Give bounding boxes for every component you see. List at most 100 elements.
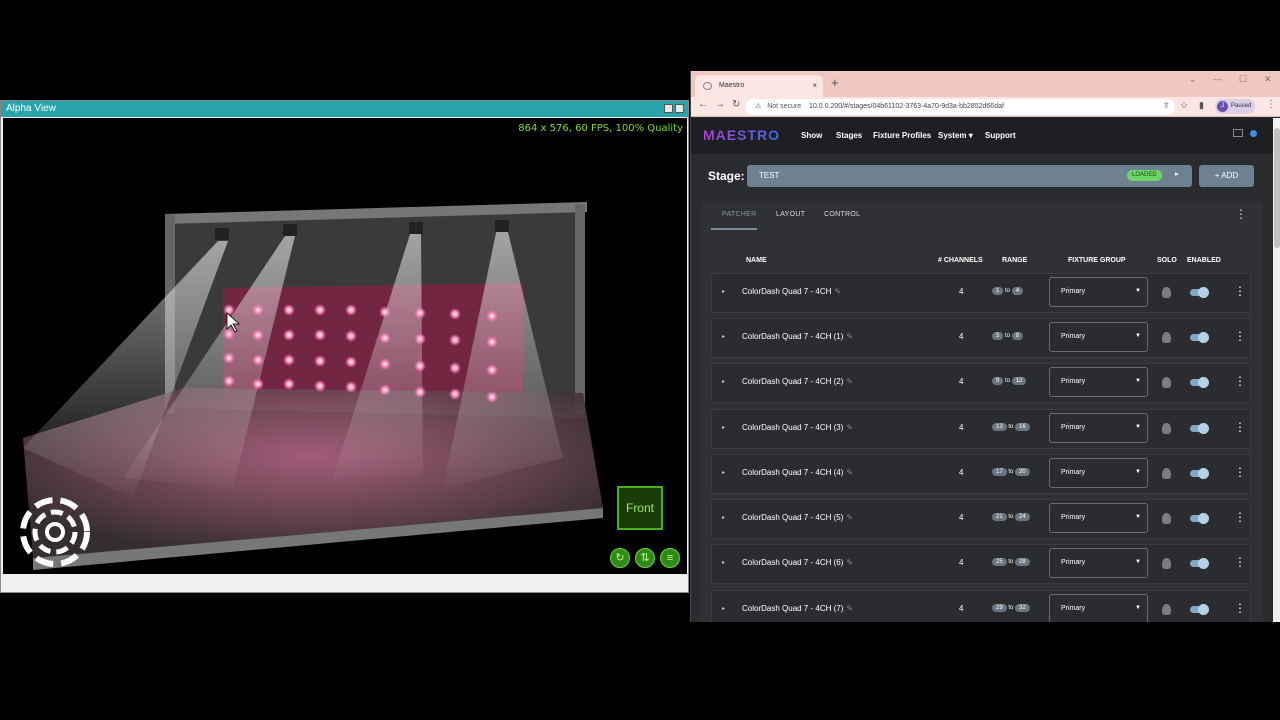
column-header-fixture-group[interactable]: FIXTURE GROUP bbox=[1068, 257, 1126, 264]
table-row[interactable]: ▸ ColorDash Quad 7 - 4CH (2) ✎ 4 9 to 12 Prim… bbox=[711, 363, 1251, 403]
nav-show[interactable]: Show bbox=[801, 131, 822, 140]
expand-caret-icon[interactable]: ▸ bbox=[722, 424, 725, 431]
expand-caret-icon[interactable]: ▸ bbox=[722, 559, 725, 566]
tab-close-icon[interactable]: × bbox=[812, 75, 817, 97]
edit-pencil-icon[interactable]: ✎ bbox=[846, 332, 853, 341]
edit-pencil-icon[interactable]: ✎ bbox=[846, 423, 853, 432]
solo-bulb-icon[interactable] bbox=[1162, 423, 1171, 434]
expand-caret-icon[interactable]: ▸ bbox=[722, 378, 725, 385]
share-icon[interactable]: ⇪ bbox=[1163, 101, 1170, 110]
menu-icon[interactable]: ≡ bbox=[660, 548, 680, 568]
row-more-options-icon[interactable]: ⋮ bbox=[1234, 420, 1246, 434]
nav-system[interactable]: System ▾ bbox=[938, 131, 973, 140]
edit-pencil-icon[interactable]: ✎ bbox=[834, 287, 841, 296]
3d-stage-view[interactable]: 864 x 576, 60 FPS, 100% Quality Front ↻ … bbox=[3, 118, 687, 574]
back-arrow-icon[interactable]: ← bbox=[698, 99, 708, 110]
fixture-group-select[interactable]: Primary ▼ bbox=[1049, 413, 1148, 443]
tab-layout[interactable]: LAYOUT bbox=[776, 211, 805, 218]
row-more-options-icon[interactable]: ⋮ bbox=[1234, 555, 1246, 569]
fixture-group-select[interactable]: Primary ▼ bbox=[1049, 277, 1148, 307]
table-row[interactable]: ▸ ColorDash Quad 7 - 4CH (6) ✎ 4 25 to 28 Pri… bbox=[711, 544, 1251, 584]
column-header-enabled[interactable]: ENABLED bbox=[1187, 257, 1221, 264]
nav-support[interactable]: Support bbox=[985, 131, 1016, 140]
browser-menu-icon[interactable]: ⋮ bbox=[1266, 99, 1276, 110]
restore-window-button[interactable] bbox=[664, 104, 673, 113]
column-header-range[interactable]: RANGE bbox=[1002, 257, 1027, 264]
expand-caret-icon[interactable]: ▸ bbox=[722, 469, 725, 476]
expand-caret-icon[interactable]: ▸ bbox=[722, 605, 725, 612]
side-panel-icon[interactable]: ▮ bbox=[1199, 100, 1204, 111]
expand-caret-icon[interactable]: ▸ bbox=[722, 333, 725, 340]
fixture-group-select[interactable]: Primary ▼ bbox=[1049, 548, 1148, 578]
solo-bulb-icon[interactable] bbox=[1162, 513, 1171, 524]
expand-caret-icon[interactable]: ▸ bbox=[722, 288, 725, 295]
table-row[interactable]: ▸ ColorDash Quad 7 - 4CH (3) ✎ 4 13 to 16 Pri… bbox=[711, 409, 1251, 449]
enabled-toggle[interactable] bbox=[1190, 377, 1209, 388]
rotate-view-icon[interactable]: ↻ bbox=[610, 548, 630, 568]
row-more-options-icon[interactable]: ⋮ bbox=[1234, 601, 1246, 615]
column-header-channels[interactable]: # CHANNELS bbox=[938, 257, 983, 264]
reload-icon[interactable]: ↻ bbox=[732, 99, 740, 110]
nav-stages[interactable]: Stages bbox=[836, 131, 862, 140]
nav-fixture-profiles[interactable]: Fixture Profiles bbox=[873, 131, 931, 140]
table-row[interactable]: ▸ ColorDash Quad 7 - 4CH (4) ✎ 4 17 to 20 Pri… bbox=[711, 454, 1251, 494]
page-scrollbar[interactable] bbox=[1273, 118, 1280, 622]
reset-view-icon[interactable]: ⇅ bbox=[635, 548, 655, 568]
solo-bulb-icon[interactable] bbox=[1162, 287, 1171, 298]
edit-pencil-icon[interactable]: ✎ bbox=[846, 604, 853, 613]
fixture-group-select[interactable]: Primary ▼ bbox=[1049, 503, 1148, 533]
address-bar[interactable]: ⚠ Not secure 10.0.0.200/#/stages/04b6110… bbox=[745, 99, 1175, 115]
enabled-toggle[interactable] bbox=[1190, 332, 1209, 343]
enabled-toggle[interactable] bbox=[1190, 558, 1209, 569]
bookmark-star-icon[interactable]: ☆ bbox=[1180, 100, 1188, 111]
forward-arrow-icon[interactable]: → bbox=[715, 99, 725, 110]
close-window-button[interactable] bbox=[675, 104, 684, 113]
solo-bulb-icon[interactable] bbox=[1162, 468, 1171, 479]
enabled-toggle[interactable] bbox=[1190, 468, 1209, 479]
fixture-group-select[interactable]: Primary ▼ bbox=[1049, 322, 1148, 352]
row-more-options-icon[interactable]: ⋮ bbox=[1234, 374, 1246, 388]
stage-select[interactable]: TEST LOADED ▸ bbox=[747, 165, 1192, 187]
row-more-options-icon[interactable]: ⋮ bbox=[1234, 284, 1246, 298]
close-icon[interactable]: ✕ bbox=[1264, 74, 1272, 85]
tab-patcher[interactable]: PATCHER bbox=[722, 211, 757, 218]
edit-pencil-icon[interactable]: ✎ bbox=[846, 513, 853, 522]
scrollbar-thumb[interactable] bbox=[1274, 128, 1280, 248]
view-cube-front[interactable]: Front bbox=[617, 486, 663, 530]
profile-chip[interactable]: J Paused bbox=[1215, 99, 1255, 114]
column-header-solo[interactable]: SOLO bbox=[1157, 257, 1177, 264]
new-tab-button[interactable]: + bbox=[831, 75, 839, 90]
enabled-toggle[interactable] bbox=[1190, 287, 1209, 298]
edit-pencil-icon[interactable]: ✎ bbox=[846, 468, 853, 477]
solo-bulb-icon[interactable] bbox=[1162, 558, 1171, 569]
chevron-down-icon[interactable]: ⌄ bbox=[1189, 74, 1197, 85]
row-more-options-icon[interactable]: ⋮ bbox=[1234, 329, 1246, 343]
enabled-toggle[interactable] bbox=[1190, 604, 1209, 615]
edit-pencil-icon[interactable]: ✎ bbox=[846, 558, 853, 567]
cast-icon[interactable] bbox=[1233, 129, 1243, 137]
enabled-toggle[interactable] bbox=[1190, 513, 1209, 524]
tab-control[interactable]: CONTROL bbox=[824, 211, 860, 218]
table-row[interactable]: ▸ ColorDash Quad 7 - 4CH (7) ✎ 4 29 to 32 Pri… bbox=[711, 590, 1251, 622]
solo-bulb-icon[interactable] bbox=[1162, 604, 1171, 615]
fixture-group-select[interactable]: Primary ▼ bbox=[1049, 458, 1148, 488]
enabled-toggle[interactable] bbox=[1190, 423, 1209, 434]
solo-bulb-icon[interactable] bbox=[1162, 332, 1171, 343]
browser-tab[interactable]: Maestro × bbox=[695, 75, 823, 97]
row-more-options-icon[interactable]: ⋮ bbox=[1234, 465, 1246, 479]
table-row[interactable]: ▸ ColorDash Quad 7 - 4CH (5) ✎ 4 21 to 24 Pri… bbox=[711, 499, 1251, 539]
table-row[interactable]: ▸ ColorDash Quad 7 - 4CH ✎ 4 1 to 4 Primary ▼ ⋮ bbox=[711, 273, 1251, 313]
row-more-options-icon[interactable]: ⋮ bbox=[1234, 510, 1246, 524]
more-options-icon[interactable]: ⋮ bbox=[1235, 207, 1247, 221]
edit-pencil-icon[interactable]: ✎ bbox=[846, 377, 853, 386]
minimize-icon[interactable]: — bbox=[1213, 74, 1222, 84]
maximize-icon[interactable]: ☐ bbox=[1239, 74, 1247, 85]
add-stage-button[interactable]: + ADD bbox=[1199, 165, 1254, 187]
fixture-group-select[interactable]: Primary ▼ bbox=[1049, 367, 1148, 397]
fixture-group-select[interactable]: Primary ▼ bbox=[1049, 594, 1148, 622]
expand-caret-icon[interactable]: ▸ bbox=[722, 514, 725, 521]
maestro-logo[interactable]: MAESTRO bbox=[703, 127, 780, 143]
solo-bulb-icon[interactable] bbox=[1162, 377, 1171, 388]
table-row[interactable]: ▸ ColorDash Quad 7 - 4CH (1) ✎ 4 5 to 8 Prima… bbox=[711, 318, 1251, 358]
column-header-name[interactable]: NAME bbox=[746, 257, 767, 264]
